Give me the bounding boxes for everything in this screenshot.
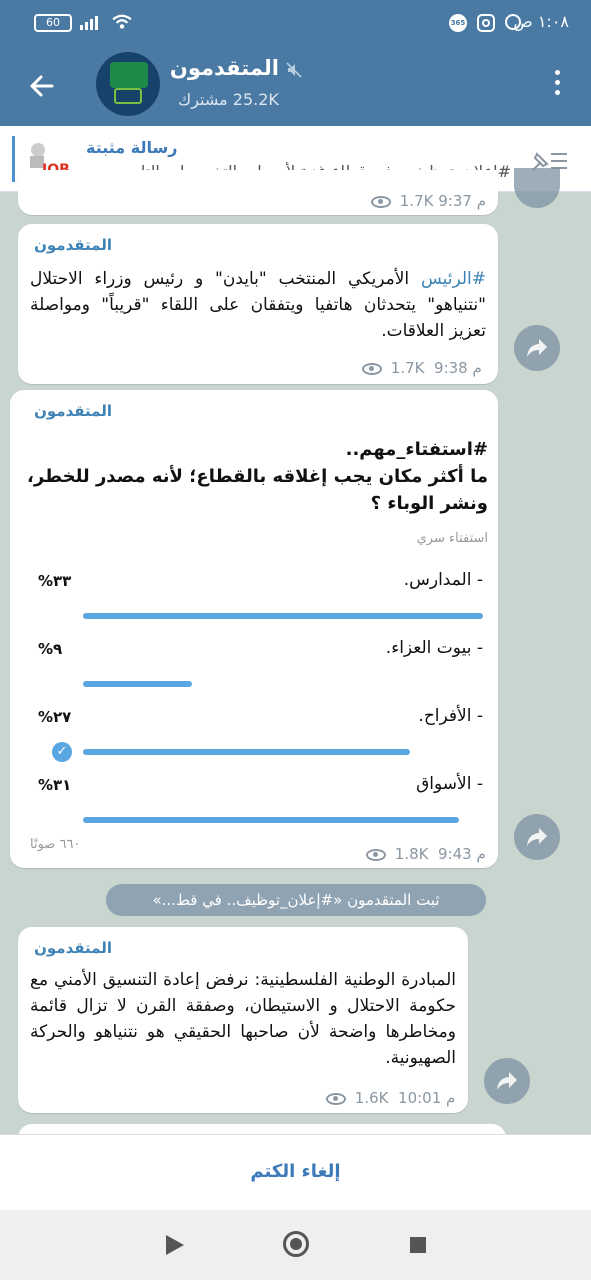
- poll-option-percent: ٣٣%: [38, 572, 72, 590]
- poll-option-label: - بيوت العزاء.: [385, 638, 483, 658]
- message-meta: 1.8K 9:43 م: [366, 845, 486, 863]
- share-button[interactable]: [484, 1058, 530, 1104]
- poll-option-percent: ٩%: [38, 640, 63, 658]
- hashtag-link[interactable]: #الرئيس: [421, 269, 486, 289]
- nav-recents-icon[interactable]: [410, 1237, 426, 1253]
- views-icon: [370, 195, 391, 208]
- subscriber-count: 25.2K مشترك: [178, 90, 279, 109]
- nav-home-icon[interactable]: [283, 1231, 309, 1257]
- wifi-icon: [112, 14, 132, 29]
- instagram-icon: [477, 14, 495, 32]
- message-bubble-partial: 1.7K 9:37 م: [18, 170, 498, 215]
- views-icon: [366, 848, 386, 861]
- poll-option-percent: ٢٧%: [38, 708, 72, 726]
- muted-icon: [286, 62, 302, 78]
- nav-back-icon[interactable]: [166, 1235, 184, 1255]
- vote-count: ٦٦٠ صوتًا: [30, 837, 81, 852]
- channel-avatar[interactable]: [96, 52, 160, 116]
- pinned-indicator: [12, 136, 15, 182]
- message-bubble: المتقدمون المبادرة الوطنية الفلسطينية: ن…: [18, 927, 468, 1113]
- message-bubble: المتقدمون #الرئيس الأمريكي المنتخب "بايد…: [18, 224, 498, 384]
- share-button[interactable]: [514, 325, 560, 371]
- unmute-bar: إلغاء الكتم: [0, 1134, 591, 1210]
- unmute-button[interactable]: إلغاء الكتم: [0, 1161, 591, 1182]
- views-icon: [326, 1092, 346, 1105]
- pinned-label: رسالة مثبتة: [86, 138, 178, 157]
- app-bar: المتقدمون 25.2K مشترك: [0, 44, 591, 126]
- poll-option-label: - الأسواق: [416, 774, 483, 794]
- channel-title[interactable]: المتقدمون: [170, 56, 279, 80]
- poll-option-bar: [83, 817, 459, 823]
- message-meta: 1.7K 9:37 م: [370, 192, 486, 210]
- app-365-icon: 365: [449, 14, 467, 32]
- message-author: المتقدمون: [34, 402, 112, 420]
- pin-service-message[interactable]: ثبت المتقدمون «#إعلان_توظيف.. في قط...»: [106, 884, 486, 916]
- message-text: المبادرة الوطنية الفلسطينية: نرفض إعادة …: [30, 970, 456, 1068]
- poll-voted-check-icon: ✓: [52, 742, 72, 762]
- message-meta: 1.7K 9:38 م: [362, 359, 482, 377]
- status-bar: 60 365 ١:٠٨ ص: [0, 0, 591, 44]
- more-options-icon[interactable]: [555, 70, 563, 100]
- message-meta: 1.6K 10:01 م: [326, 1089, 455, 1107]
- poll-question: #استفتاء_مهم.. ما أكثر مكان يجب إغلاقه ب…: [27, 439, 488, 514]
- views-icon: [362, 362, 382, 375]
- signal-icon: [80, 16, 98, 30]
- back-arrow-icon[interactable]: [22, 66, 62, 106]
- poll-type: استفتاء سري: [416, 531, 488, 546]
- poll-option-bar: [83, 681, 192, 687]
- poll-option-label: - المدارس.: [403, 570, 483, 590]
- poll-option-percent: ٣١%: [38, 776, 72, 794]
- message-text: #الرئيس الأمريكي المنتخب "بايدن" و رئيس …: [30, 269, 486, 341]
- message-author: المتقدمون: [34, 939, 112, 957]
- poll-option-label: - الأفراح.: [418, 706, 483, 726]
- poll-option-bar: [83, 749, 410, 755]
- share-button[interactable]: [514, 168, 560, 208]
- battery-icon: 60: [34, 14, 72, 32]
- clock: ١:٠٨ ص: [513, 12, 569, 31]
- share-button[interactable]: [514, 814, 560, 860]
- poll-bubble: المتقدمون #استفتاء_مهم.. ما أكثر مكان يج…: [10, 390, 498, 868]
- poll-option-bar: [83, 613, 483, 619]
- message-author: المتقدمون: [34, 236, 112, 254]
- system-nav-bar: [0, 1210, 591, 1280]
